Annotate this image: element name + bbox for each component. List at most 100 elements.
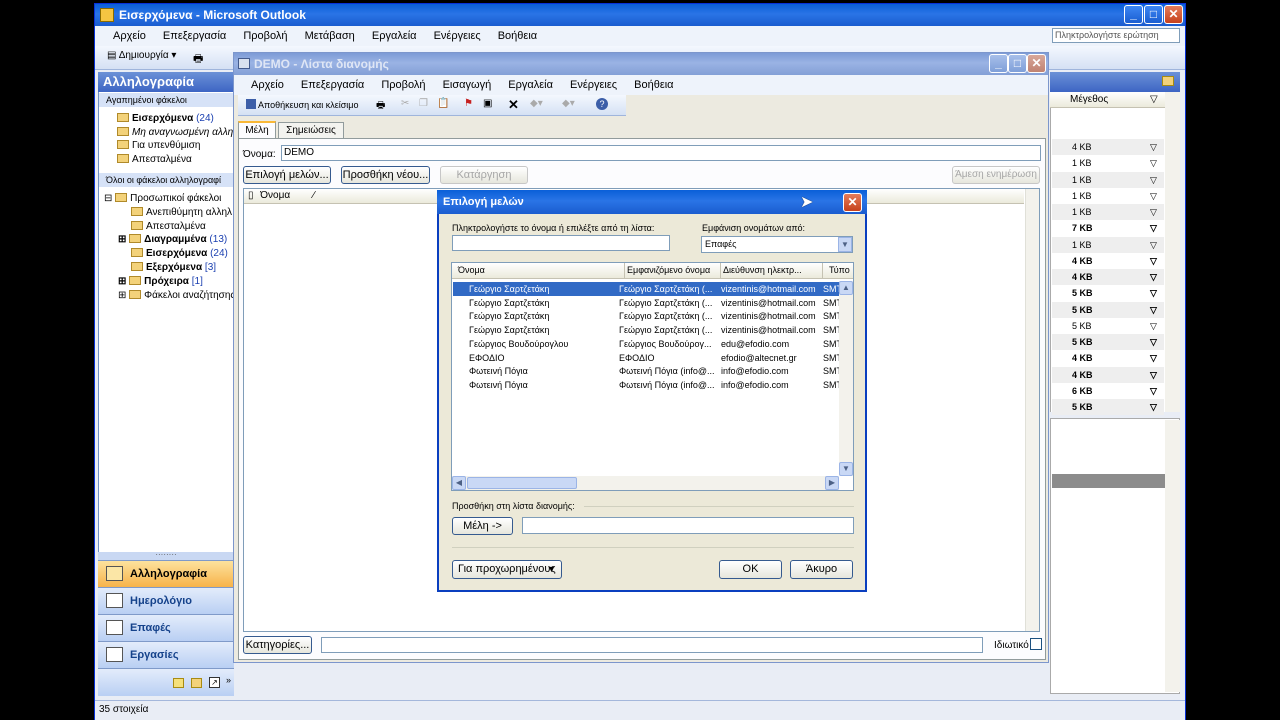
select-members-button[interactable]: Επιλογή μελών... — [243, 166, 331, 184]
message-size-row[interactable]: 1 KB ▽ — [1052, 204, 1164, 220]
flag-icon[interactable]: ▽ — [1150, 220, 1157, 236]
flag-icon[interactable]: ▽ — [1150, 302, 1157, 318]
message-size-row[interactable]: 4 KB ▽ — [1052, 350, 1164, 367]
message-size-row[interactable]: 5 KB ▽ — [1052, 317, 1164, 334]
advanced-button[interactable]: Για προχωρημένους ▼ — [452, 560, 562, 579]
dl-menu-file[interactable]: Αρχείο — [251, 79, 284, 91]
dl-minimize-button[interactable]: _ — [989, 54, 1008, 73]
tab-members[interactable]: Μέλη — [238, 121, 276, 139]
dialog-close-button[interactable]: ✕ — [843, 193, 862, 212]
menu-edit[interactable]: Επεξεργασία — [163, 30, 226, 42]
contact-row[interactable]: ΕΦΟΔΙΟ ΕΦΟΔΙΟ efodio@altecnet.gr SMT — [453, 351, 842, 365]
menu-actions[interactable]: Ενέργειες — [434, 30, 481, 42]
flag-icon[interactable]: ▽ — [1150, 155, 1157, 171]
minimize-button[interactable]: _ — [1124, 5, 1143, 24]
members-list-scrollbar[interactable] — [1025, 189, 1039, 631]
contact-row[interactable]: Φωτεινή Πόγια Φωτεινή Πόγια (info@... info… — [453, 364, 842, 378]
menu-tools[interactable]: Εργαλεία — [372, 30, 417, 42]
message-size-row[interactable]: 1 KB ▽ — [1052, 187, 1164, 204]
tab-notes[interactable]: Σημειώσεις — [278, 122, 344, 138]
dl-menu-actions[interactable]: Ενέργειες — [570, 79, 617, 91]
notes-icon[interactable] — [173, 678, 184, 688]
menu-file[interactable]: Αρχείο — [113, 30, 146, 42]
message-size-row[interactable]: 4 KB ▽ — [1052, 366, 1164, 383]
flag-icon[interactable]: ▽ — [1150, 172, 1157, 188]
categories-button[interactable]: Κατηγορίες... — [243, 636, 312, 654]
folder-outbox[interactable]: Εξερχόμενα [3] — [131, 262, 216, 273]
save-close-button[interactable]: Αποθήκευση και κλείσιμο — [246, 99, 358, 110]
favorite-follow-up[interactable]: Για υπενθύμιση — [117, 140, 200, 151]
flag-icon[interactable]: ▽ — [1150, 269, 1157, 285]
address-book-icon[interactable]: ▣ — [483, 98, 492, 109]
flag-icon[interactable]: ▽ — [1150, 285, 1157, 301]
contact-row[interactable]: Γεώργιο Σαρτζετάκη Γεώργιο Σαρτζετάκη (..… — [453, 323, 842, 337]
folder-deleted[interactable]: ⊞ Διαγραμμένα (13) — [118, 234, 227, 245]
shortcuts-icon[interactable]: ↗ — [209, 677, 220, 688]
new-item-button[interactable]: ▤ Δημιουργία ▾ — [107, 50, 176, 61]
reading-pane-scrollbar[interactable] — [1165, 420, 1180, 692]
nav-splitter[interactable]: ········ — [98, 551, 234, 560]
contacts-hscrollbar[interactable]: ◀ ▶ — [452, 476, 839, 490]
message-size-row[interactable]: 5 KB ▽ — [1052, 399, 1164, 415]
flag-icon[interactable]: ▽ — [1150, 139, 1157, 155]
message-size-row[interactable]: 1 KB ▽ — [1052, 171, 1164, 188]
dl-menu-tools[interactable]: Εργαλεία — [508, 79, 553, 91]
flag-icon[interactable]: ▽ — [1150, 399, 1157, 415]
message-size-row[interactable]: 5 KB ▽ — [1052, 301, 1164, 318]
message-size-row[interactable]: 4 KB ▽ — [1052, 269, 1164, 285]
nav-contacts[interactable]: Επαφές — [98, 614, 234, 641]
members-field[interactable] — [522, 517, 854, 534]
dl-menu-help[interactable]: Βοήθεια — [634, 79, 673, 91]
scroll-down-arrow[interactable]: ▼ — [839, 462, 853, 476]
print-icon[interactable]: 🖶 — [376, 98, 385, 115]
col-header-type[interactable]: Τύπο — [822, 263, 850, 278]
favorite-inbox[interactable]: Εισερχόμενα (24) — [117, 113, 214, 124]
contact-row[interactable]: Γεώργιο Σαρτζετάκη Γεώργιο Σαρτζετάκη (..… — [453, 309, 842, 323]
scroll-thumb[interactable] — [467, 477, 577, 489]
name-field[interactable]: DEMO — [281, 145, 1041, 161]
col-header-email[interactable]: Διεύθυνση ηλεκτρ... — [720, 263, 802, 278]
menu-help[interactable]: Βοήθεια — [498, 30, 537, 42]
message-size-row[interactable]: 4 KB ▽ — [1052, 139, 1164, 155]
maximize-button[interactable]: □ — [1144, 5, 1163, 24]
folder-drafts[interactable]: ⊞ Πρόχειρα [1] — [118, 276, 203, 287]
flag-icon[interactable]: ▽ — [1150, 188, 1157, 204]
flag-icon[interactable]: ▽ — [1150, 204, 1157, 220]
update-now-button[interactable]: Άμεση ενημέρωση — [952, 166, 1040, 184]
folder-personal[interactable]: ⊟ Προσωπικοί φάκελοι — [104, 193, 221, 204]
nav-mail[interactable]: Αλληλογραφία — [98, 560, 234, 587]
dl-title-bar[interactable]: DEMO - Λίστα διανομής _ □ ✕ — [234, 53, 1048, 75]
nav-tasks[interactable]: Εργασίες — [98, 641, 234, 668]
col-header-display-name[interactable]: Εμφανιζόμενο όνομα — [624, 263, 710, 278]
address-source-select[interactable]: Επαφές ▼ — [701, 236, 853, 253]
message-size-row[interactable]: 4 KB ▽ — [1052, 252, 1164, 269]
flag-icon[interactable]: ▽ — [1150, 383, 1157, 399]
folder-search[interactable]: ⊞ Φάκελοι αναζήτησης — [118, 290, 235, 301]
categories-field[interactable] — [321, 637, 983, 653]
outlook-title-bar[interactable]: Εισερχόμενα - Microsoft Outlook _ □ ✕ — [95, 4, 1185, 26]
help-icon[interactable]: ? — [596, 98, 608, 110]
flag-icon[interactable]: ⚑ — [464, 98, 473, 109]
help-search-box[interactable]: Πληκτρολογήστε ερώτηση — [1052, 28, 1180, 43]
scroll-up-arrow[interactable]: ▲ — [839, 281, 853, 295]
message-size-row[interactable]: 5 KB ▽ — [1052, 285, 1164, 302]
message-size-row[interactable]: 6 KB ▽ — [1052, 382, 1164, 399]
dl-menu-edit[interactable]: Επεξεργασία — [301, 79, 364, 91]
message-size-row[interactable]: 1 KB ▽ — [1052, 155, 1164, 172]
dl-menu-view[interactable]: Προβολή — [381, 79, 425, 91]
dl-maximize-button[interactable]: □ — [1008, 54, 1027, 73]
favorite-sent[interactable]: Απεσταλμένα — [117, 154, 192, 165]
flag-icon[interactable]: ▽ — [1150, 253, 1157, 269]
folder-sent[interactable]: Απεσταλμένα — [131, 221, 206, 232]
message-size-row[interactable]: 7 KB ▽ — [1052, 220, 1164, 237]
chevron-down-icon[interactable]: ▼ — [838, 237, 852, 252]
folder-junk[interactable]: Ανεπιθύμητη αλληλ — [131, 207, 232, 218]
scroll-right-arrow[interactable]: ▶ — [825, 476, 839, 490]
nav-calendar[interactable]: Ημερολόγιο — [98, 587, 234, 614]
menu-go[interactable]: Μετάβαση — [305, 30, 355, 42]
close-button[interactable]: ✕ — [1164, 5, 1183, 24]
ok-button[interactable]: ΟΚ — [719, 560, 782, 579]
remove-button[interactable]: Κατάργηση — [440, 166, 528, 184]
flag-icon[interactable]: ▽ — [1150, 318, 1157, 334]
favorite-unread[interactable]: Μη αναγνωσμένη αλληλ — [117, 127, 238, 138]
